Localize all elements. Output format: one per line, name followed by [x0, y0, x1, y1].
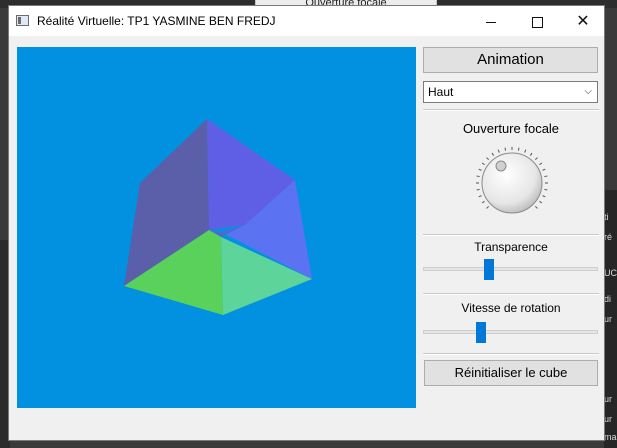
- focal-dial[interactable]: [474, 145, 550, 221]
- window-title: Réalité Virtuelle: TP1 YASMINE BEN FREDJ: [37, 14, 276, 28]
- cube-render: [124, 119, 312, 315]
- dial-tick: [544, 188, 548, 191]
- dial-tick: [491, 152, 495, 156]
- dial-tick: [517, 147, 520, 151]
- dial-tick: [544, 175, 548, 178]
- dial-tick: [478, 195, 482, 198]
- dial-tick: [534, 205, 538, 209]
- reset-cube-button[interactable]: Réinitialiser le cube: [424, 360, 598, 386]
- transparency-slider[interactable]: [423, 267, 598, 271]
- dial-tick: [476, 175, 480, 178]
- speed-label: Vitesse de rotation: [461, 301, 561, 315]
- dial-tick: [486, 157, 490, 161]
- 3d-viewport[interactable]: [17, 47, 416, 408]
- dial-tick: [478, 168, 482, 171]
- maximize-icon: [531, 16, 543, 28]
- background-text-fragment: UC: [604, 268, 617, 278]
- app-window: Réalité Virtuelle: TP1 YASMINE BEN FREDJ…: [8, 5, 605, 441]
- dial-tick: [524, 149, 527, 153]
- speed-slider-handle[interactable]: [476, 322, 486, 343]
- dial-tick: [534, 157, 538, 161]
- close-icon: ✕: [576, 13, 590, 30]
- separator: [423, 293, 599, 295]
- dial-tick: [539, 162, 543, 166]
- dial-tick: [542, 168, 546, 171]
- dial-tick: [476, 188, 480, 191]
- separator: [423, 234, 599, 236]
- view-select-value: Haut: [428, 85, 454, 99]
- dial-tick: [481, 200, 485, 204]
- separator: [423, 109, 599, 111]
- dial-tick: [529, 152, 533, 156]
- background-text-fragment: ur: [604, 394, 613, 404]
- close-button[interactable]: ✕: [560, 6, 606, 36]
- background-text-fragment: ur: [604, 314, 613, 324]
- dial-tick: [481, 162, 485, 166]
- animation-button[interactable]: Animation: [423, 47, 598, 73]
- chevron-down-icon: ⌵: [584, 86, 592, 97]
- separator: [423, 353, 599, 355]
- dial-tick: [539, 200, 543, 204]
- view-select[interactable]: Haut ⌵: [423, 81, 598, 103]
- background-text-fragment: ré: [604, 232, 613, 242]
- minimize-button[interactable]: [468, 6, 514, 36]
- transparency-label: Transparence: [474, 240, 548, 254]
- maximize-button[interactable]: [514, 6, 560, 36]
- app-icon: [16, 15, 29, 26]
- dial-tick: [486, 205, 490, 209]
- dial-tick: [542, 195, 546, 198]
- background-text-fragment: ur: [604, 414, 613, 424]
- transparency-slider-handle[interactable]: [484, 259, 494, 280]
- title-bar[interactable]: Réalité Virtuelle: TP1 YASMINE BEN FREDJ…: [9, 6, 604, 36]
- dial-tick: [504, 147, 507, 151]
- minimize-icon: [486, 21, 496, 23]
- dial-tick: [497, 149, 500, 153]
- focal-label: Ouverture focale: [462, 121, 560, 136]
- speed-slider[interactable]: [423, 330, 598, 334]
- background-text-fragment: ma: [604, 432, 617, 442]
- background-text-fragment: di: [604, 294, 612, 304]
- dial-indicator: [495, 160, 507, 172]
